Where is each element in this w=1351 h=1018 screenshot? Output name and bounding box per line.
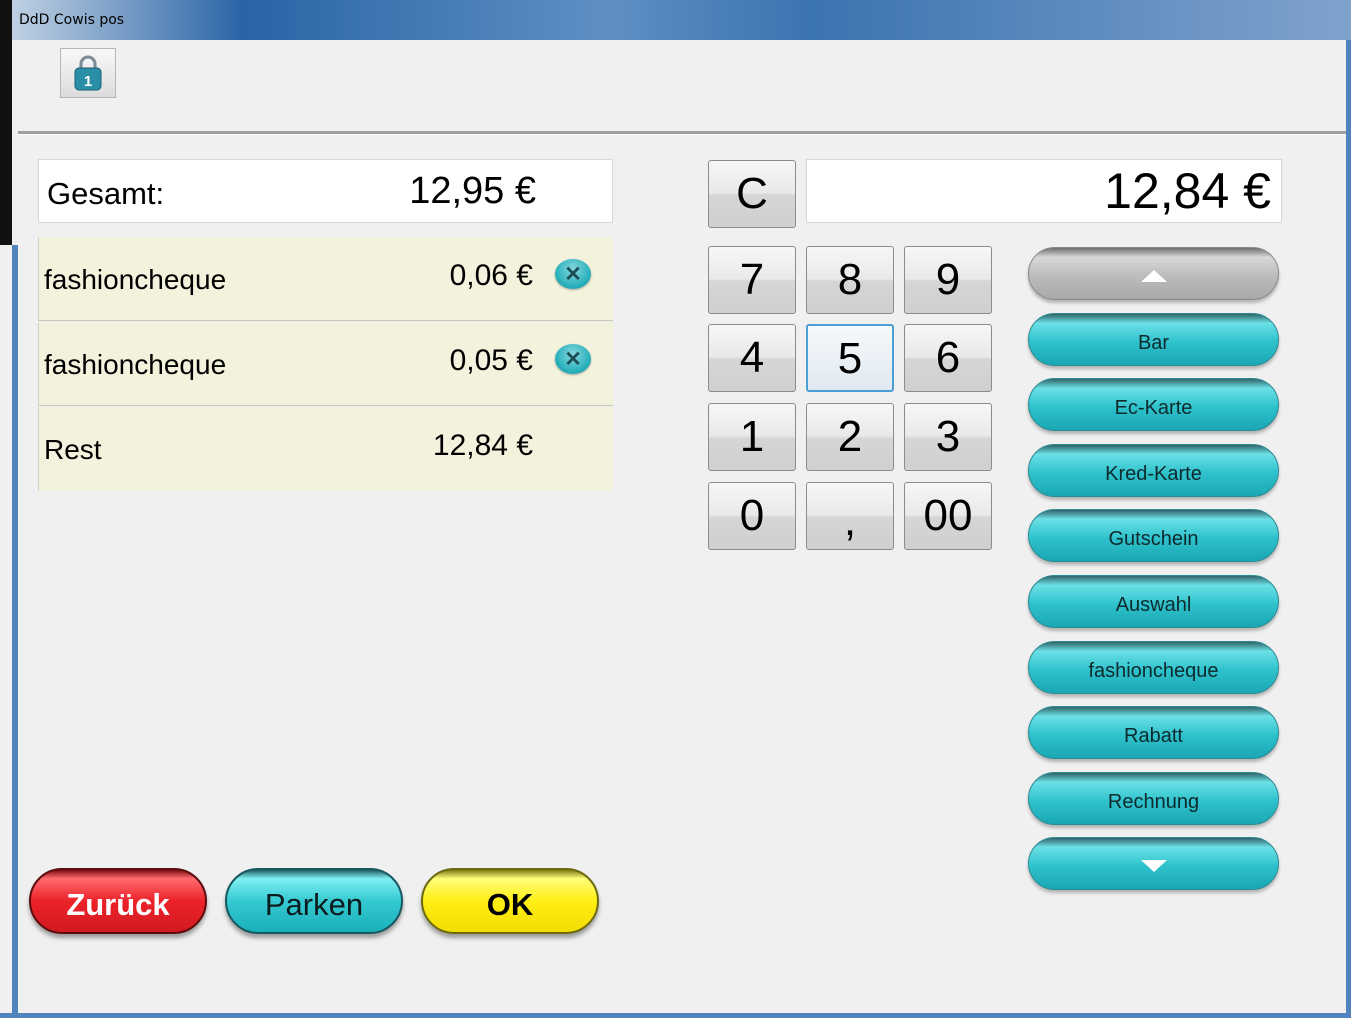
amount-display-value: 12,84 € xyxy=(1104,163,1271,219)
total-label: Gesamt: xyxy=(47,176,165,211)
payment-amount: 0,06 € xyxy=(449,259,533,292)
rest-row: Rest 12,84 € xyxy=(38,407,613,491)
total-value: 12,95 € xyxy=(409,170,536,212)
window-frame-bottom xyxy=(0,1013,1351,1018)
window-frame-right xyxy=(1346,40,1351,1015)
clear-key[interactable]: C xyxy=(708,160,796,228)
payment-method-bar[interactable]: Bar xyxy=(1028,313,1279,366)
arrow-up-icon xyxy=(1140,270,1167,282)
payment-method-ec-karte[interactable]: Ec-Karte xyxy=(1028,378,1279,431)
payment-row: fashioncheque 0,05 € ✕ xyxy=(38,322,613,406)
payment-method-rechnung[interactable]: Rechnung xyxy=(1028,772,1279,825)
scroll-up-button[interactable] xyxy=(1028,247,1279,300)
payment-method-rabatt[interactable]: Rabatt xyxy=(1028,706,1279,759)
total-box: Gesamt: 12,95 € xyxy=(38,159,613,223)
window-frame-left xyxy=(12,245,18,1015)
key-2[interactable]: 2 xyxy=(806,403,894,471)
ok-button[interactable]: OK xyxy=(421,868,599,934)
remove-payment-icon[interactable]: ✕ xyxy=(555,259,591,289)
title-bar: DdD Cowis pos xyxy=(0,0,1351,40)
arrow-down-icon xyxy=(1140,860,1167,872)
amount-display: 12,84 € xyxy=(806,159,1282,223)
close-icon: ✕ xyxy=(564,348,582,371)
close-icon: ✕ xyxy=(564,263,582,286)
window-left-edge xyxy=(0,0,12,245)
toolbar-separator xyxy=(18,131,1346,135)
payment-name: fashioncheque xyxy=(44,264,227,295)
rest-label: Rest xyxy=(44,434,102,465)
key-4[interactable]: 4 xyxy=(708,324,796,392)
key-6[interactable]: 6 xyxy=(904,324,992,392)
lock-badge: 1 xyxy=(84,73,92,90)
remove-payment-icon[interactable]: ✕ xyxy=(555,344,591,374)
payment-method-auswahl[interactable]: Auswahl xyxy=(1028,575,1279,628)
lock-button[interactable]: 1 xyxy=(60,48,116,98)
key-00[interactable]: 00 xyxy=(904,482,992,550)
window-title: DdD Cowis pos xyxy=(19,12,125,28)
rest-value: 12,84 € xyxy=(432,429,533,462)
park-button[interactable]: Parken xyxy=(225,868,403,934)
key-comma[interactable]: , xyxy=(806,482,894,550)
key-8[interactable]: 8 xyxy=(806,246,894,314)
payment-method-kred-karte[interactable]: Kred-Karte xyxy=(1028,444,1279,497)
payment-method-fashioncheque[interactable]: fashioncheque xyxy=(1028,641,1279,694)
payment-row: fashioncheque 0,06 € ✕ xyxy=(38,237,613,321)
scroll-down-button[interactable] xyxy=(1028,837,1279,890)
payment-method-gutschein[interactable]: Gutschein xyxy=(1028,509,1279,562)
key-9[interactable]: 9 xyxy=(904,246,992,314)
back-button[interactable]: Zurück xyxy=(29,868,207,934)
payment-name: fashioncheque xyxy=(44,349,227,380)
key-5[interactable]: 5 xyxy=(806,324,894,392)
lock-icon: 1 xyxy=(74,55,102,91)
key-1[interactable]: 1 xyxy=(708,403,796,471)
payment-amount: 0,05 € xyxy=(449,344,533,377)
key-7[interactable]: 7 xyxy=(708,246,796,314)
key-0[interactable]: 0 xyxy=(708,482,796,550)
key-3[interactable]: 3 xyxy=(904,403,992,471)
